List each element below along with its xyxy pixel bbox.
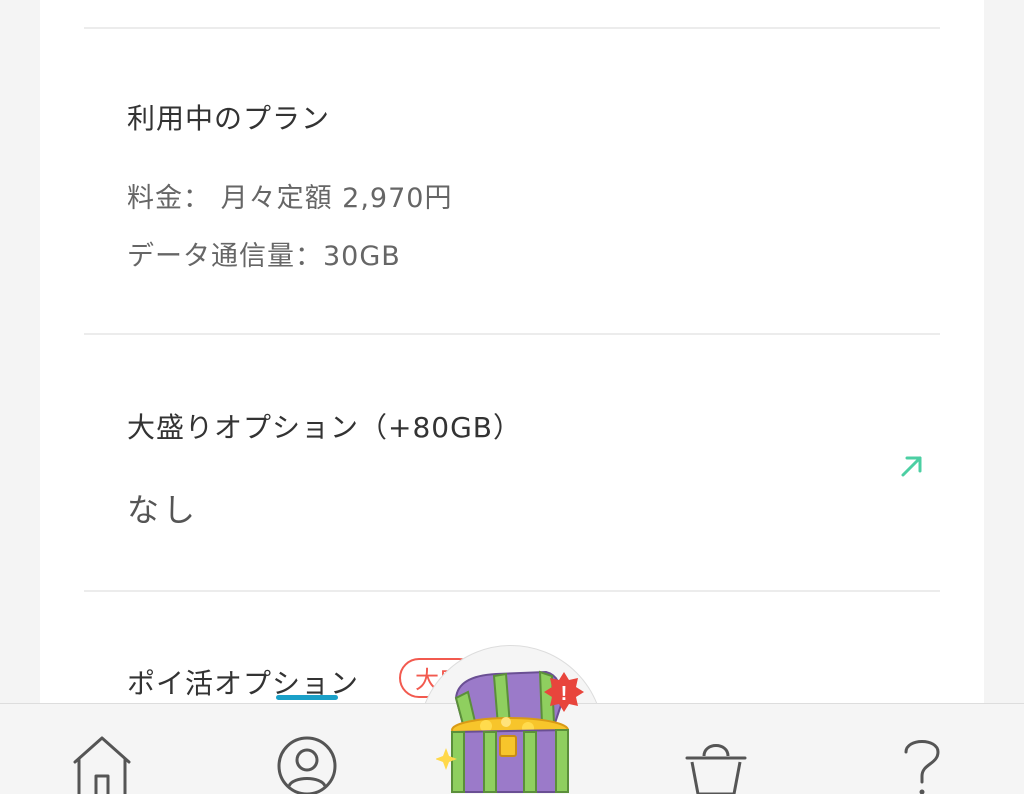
home-icon[interactable] xyxy=(70,732,134,794)
chest-alert-mark: ! xyxy=(561,683,568,705)
page: 利用中のプラン 料金： 月々定額 2,970円 データ通信量：30GB 大盛りオ… xyxy=(0,0,1024,794)
divider xyxy=(84,27,940,29)
treasure-chest-icon[interactable]: ! xyxy=(436,668,586,794)
plan-fee: 料金： 月々定額 2,970円 xyxy=(127,183,453,214)
shopping-basket-icon[interactable] xyxy=(684,732,748,794)
divider xyxy=(84,333,940,335)
help-icon[interactable] xyxy=(890,732,954,794)
plan-data-allowance: データ通信量：30GB xyxy=(127,241,401,272)
large-option-title[interactable]: 大盛りオプション（+80GB） xyxy=(127,406,522,446)
external-link-arrow-icon[interactable] xyxy=(898,452,926,480)
account-icon[interactable] xyxy=(275,732,339,794)
nav-active-underline xyxy=(276,695,338,700)
large-option-value: なし xyxy=(127,491,200,529)
divider xyxy=(84,590,940,592)
plan-title: 利用中のプラン xyxy=(127,102,331,135)
